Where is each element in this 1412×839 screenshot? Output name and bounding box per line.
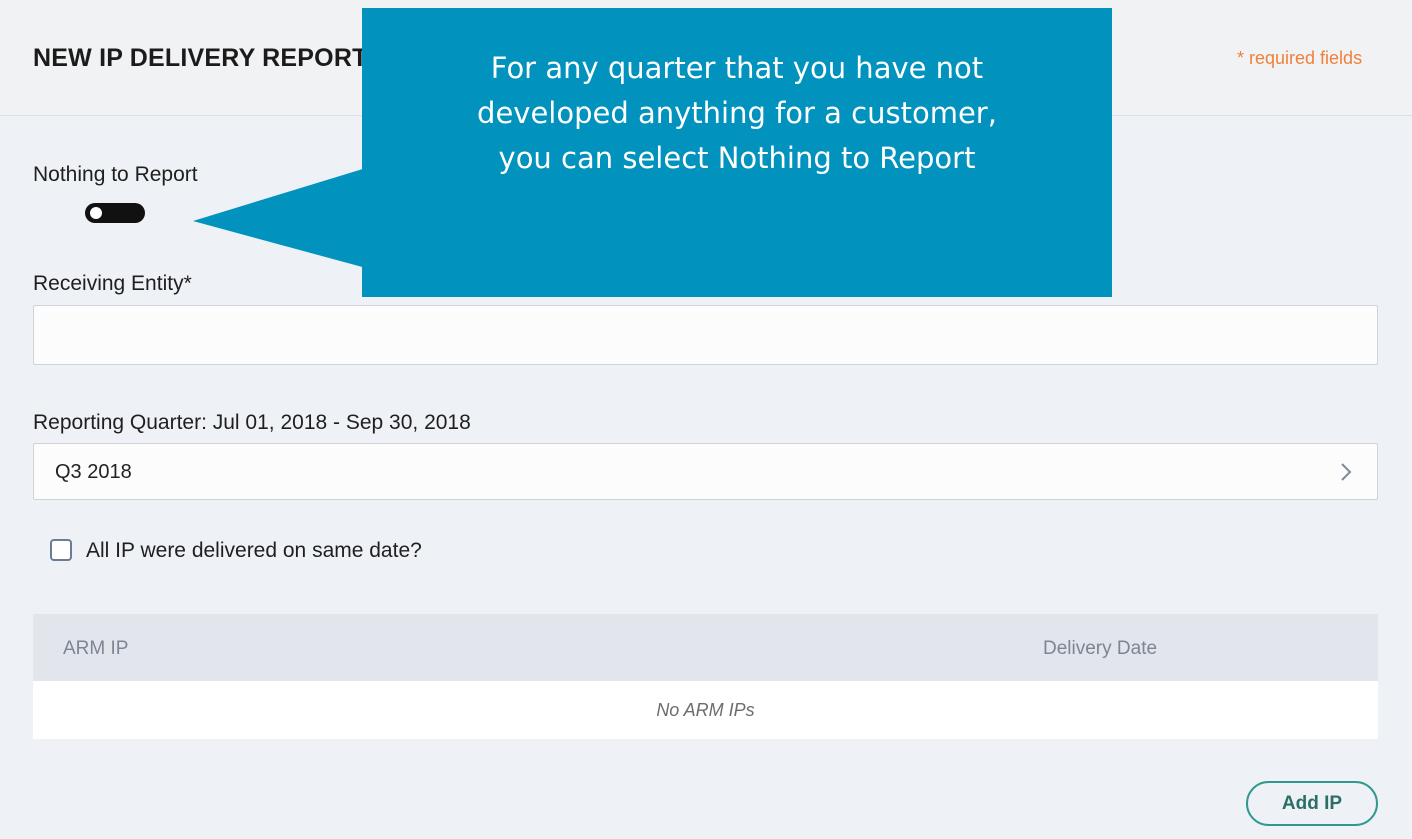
- same-date-checkbox[interactable]: [50, 539, 72, 561]
- same-date-checkbox-label: All IP were delivered on same date?: [86, 539, 422, 562]
- callout-line: For any quarter that you have not: [490, 51, 984, 85]
- chevron-right-icon: [1341, 463, 1352, 481]
- reporting-quarter-label: Reporting Quarter: Jul 01, 2018 - Sep 30…: [33, 411, 471, 434]
- arm-ip-table: ARM IP Delivery Date No ARM IPs: [33, 614, 1378, 739]
- tooltip-callout: For any quarter that you have not develo…: [362, 8, 1112, 297]
- toggle-knob: [90, 207, 102, 219]
- column-header-delivery-date: Delivery Date: [1043, 638, 1158, 659]
- table-header-row: ARM IP Delivery Date: [33, 614, 1378, 681]
- callout-line: developed anything for a customer,: [477, 96, 997, 130]
- callout-text: For any quarter that you have not develo…: [362, 46, 1112, 181]
- receiving-entity-label: Receiving Entity*: [33, 272, 192, 295]
- receiving-entity-input[interactable]: [33, 305, 1378, 365]
- table-empty-message: No ARM IPs: [656, 700, 755, 720]
- callout-line: you can select Nothing to Report: [498, 141, 976, 175]
- page-title: NEW IP DELIVERY REPORT: [33, 44, 368, 72]
- required-fields-note: * required fields: [1237, 48, 1363, 68]
- table-empty-row: No ARM IPs: [33, 681, 1378, 739]
- reporting-quarter-value: Q3 2018: [55, 461, 132, 483]
- nothing-to-report-toggle[interactable]: [85, 203, 145, 223]
- nothing-to-report-label: Nothing to Report: [33, 163, 198, 186]
- column-header-arm-ip: ARM IP: [63, 638, 129, 659]
- reporting-quarter-select[interactable]: Q3 2018: [33, 443, 1378, 500]
- add-ip-button[interactable]: Add IP: [1246, 781, 1378, 826]
- ip-delivery-report-page: NEW IP DELIVERY REPORT * required fields…: [0, 0, 1412, 839]
